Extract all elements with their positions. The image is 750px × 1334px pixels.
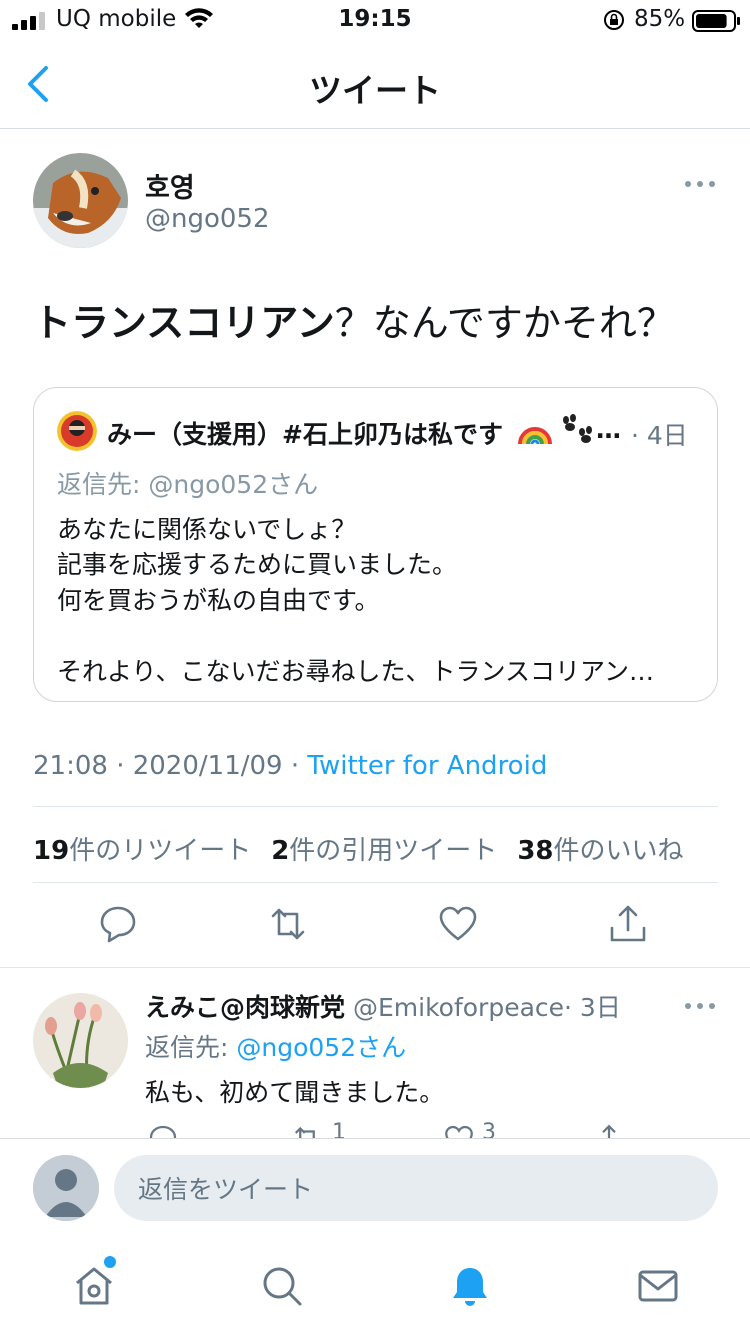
avatar[interactable] <box>33 153 128 248</box>
divider <box>0 967 750 968</box>
signal-icon <box>12 12 45 30</box>
more-options-icon[interactable] <box>683 172 717 196</box>
paw-prints-emoji-icon <box>563 414 592 443</box>
like-icon[interactable] <box>444 1124 474 1138</box>
quoted-text-line: 記事を応援するために買いました。 <box>57 550 458 579</box>
reply-actions: 1 3 <box>0 1120 750 1138</box>
quoted-text-line: あなたに関係ないでしょ？ <box>57 515 357 544</box>
reply-to-mention[interactable]: @ngo052さん <box>236 1033 406 1062</box>
reply-to: 返信先: @ngo052さん <box>145 1028 406 1064</box>
retweet-count: 1 <box>332 1120 346 1138</box>
share-icon[interactable] <box>608 904 648 944</box>
source-app-link[interactable]: Twitter for Android <box>307 751 547 781</box>
likes-stat[interactable]: 38件のいいね <box>517 836 683 866</box>
search-icon[interactable] <box>260 1264 304 1308</box>
reply-icon[interactable] <box>98 904 138 944</box>
tab-bar <box>0 1238 750 1334</box>
retweet-icon[interactable] <box>268 904 308 944</box>
status-bar: UQ mobile 19:15 85% <box>0 0 750 40</box>
reply-date: · 3日 <box>564 993 621 1022</box>
quoted-name-ellipsis: … <box>596 415 621 444</box>
author-handle[interactable]: @ngo052 <box>145 204 270 234</box>
battery-percent: 85% <box>634 6 686 32</box>
timestamp-date: 21:08 · 2020/11/09 · <box>33 751 308 781</box>
like-count: 3 <box>482 1120 496 1138</box>
quoted-tweet-card[interactable]: みー（支援用）#石上卯乃は私です … · 4日 返信先: @ngo052さん あ… <box>33 387 718 702</box>
tweet-text-rest: ？なんですかそれ？ <box>334 301 675 345</box>
avatar[interactable] <box>33 993 128 1088</box>
like-icon[interactable] <box>438 904 478 944</box>
retweets-stat[interactable]: 19件のリツイート <box>33 836 251 866</box>
rainbow-emoji-icon <box>518 427 552 445</box>
tweet-text: トランスコリアン？なんですかそれ？ <box>33 292 675 347</box>
notifications-icon[interactable] <box>448 1264 492 1308</box>
quoted-author-name: みー（支援用）#石上卯乃は私です <box>107 420 503 449</box>
quoted-text-line: 何を買おうが私の自由です。 <box>57 586 380 615</box>
user-avatar[interactable] <box>33 1155 99 1221</box>
quoted-reply-to: 返信先: @ngo052さん <box>57 470 319 499</box>
reply-author[interactable]: えみこ@肉球新党 @Emikoforpeace· 3日 <box>145 988 621 1024</box>
reply-icon[interactable] <box>148 1124 178 1138</box>
rotation-lock-icon <box>604 10 624 30</box>
nav-header: ツイート <box>0 40 750 129</box>
tweet-text-bold: トランスコリアン <box>33 301 335 345</box>
quotes-stat[interactable]: 2件の引用ツイート <box>271 836 497 866</box>
quoted-date: · 4日 <box>631 421 688 450</box>
home-unread-badge <box>104 1256 116 1268</box>
reply-text: 私も、初めて聞きました。 <box>145 1078 445 1107</box>
more-options-icon[interactable] <box>683 994 717 1018</box>
home-icon[interactable] <box>72 1264 116 1308</box>
author-name[interactable]: 호영 <box>145 166 195 205</box>
quoted-avatar <box>57 411 97 451</box>
divider <box>33 806 718 807</box>
reply-to-prefix: 返信先: <box>145 1033 237 1062</box>
divider <box>33 882 718 883</box>
tweet-timestamp: 21:08 · 2020/11/09 · Twitter for Android <box>33 751 547 781</box>
messages-icon[interactable] <box>636 1264 680 1308</box>
carrier-label: UQ mobile <box>56 6 177 32</box>
reply-author-handle: @Emikoforpeace <box>352 993 565 1022</box>
default-avatar-icon <box>33 1155 99 1221</box>
reply-composer: 返信をツイート <box>0 1138 750 1238</box>
battery-icon <box>692 10 740 32</box>
retweet-icon[interactable] <box>292 1124 322 1138</box>
quoted-text-line: それより、こないだお尋ねした、トランスコリアン… <box>57 657 655 686</box>
share-icon[interactable] <box>594 1124 624 1138</box>
flowers-avatar-image <box>33 993 128 1088</box>
page-title: ツイート <box>309 71 441 110</box>
reply-input[interactable]: 返信をツイート <box>114 1155 718 1221</box>
horse-avatar-image <box>33 153 128 248</box>
reply-author-name: えみこ@肉球新党 <box>145 993 346 1022</box>
engagement-stats: 19件のリツイート 2件の引用ツイート 38件のいいね <box>33 830 684 867</box>
wifi-icon <box>185 8 213 28</box>
